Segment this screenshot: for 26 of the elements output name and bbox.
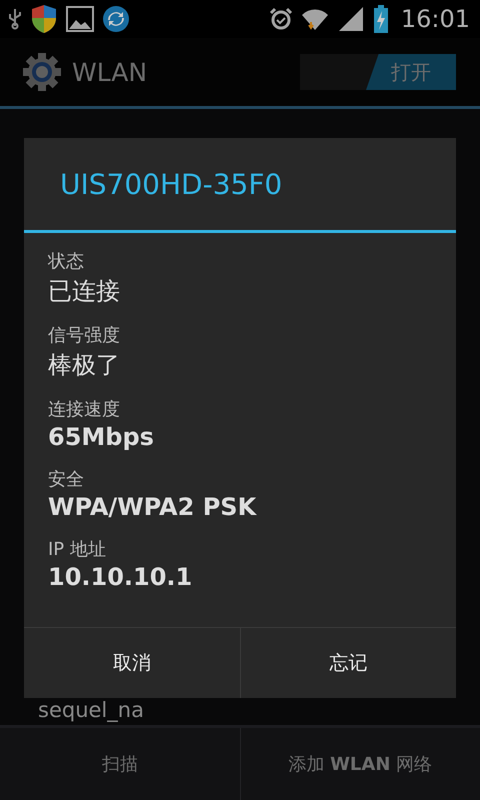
sync-icon (102, 5, 130, 33)
clock-time: 16:01 (400, 5, 470, 33)
battery-icon (372, 5, 389, 33)
field-label: 信号强度 (48, 324, 121, 347)
settings-icon[interactable] (22, 52, 62, 92)
image-icon (66, 6, 94, 32)
field-value: 棒极了 (48, 350, 121, 381)
network-name[interactable]: sequel_na (38, 698, 144, 722)
bar-button[interactable]: 添加 WLAN 网络 (240, 728, 480, 800)
usb-icon (8, 8, 22, 30)
bar-button[interactable]: 扫描 (0, 728, 240, 800)
dialog-title: UIS700HD-35F0 (24, 138, 456, 233)
signal-icon (336, 6, 365, 32)
field-label: 安全 (48, 468, 85, 491)
dialog-button[interactable]: 取消 (24, 628, 240, 698)
dialog-button[interactable]: 忘记 (240, 628, 456, 698)
field-label: 连接速度 (48, 398, 121, 421)
screen-title: WLAN (72, 58, 148, 86)
field-label: IP 地址 (48, 538, 107, 561)
field-value: 10.10.10.1 (48, 563, 194, 591)
field-value: 已连接 (48, 276, 121, 307)
field-value: WPA/WPA2 PSK (48, 493, 258, 521)
field-label: 状态 (48, 250, 85, 273)
shield-icon (30, 4, 58, 34)
field-value: 65Mbps (48, 423, 155, 451)
alarm-icon (268, 7, 293, 31)
